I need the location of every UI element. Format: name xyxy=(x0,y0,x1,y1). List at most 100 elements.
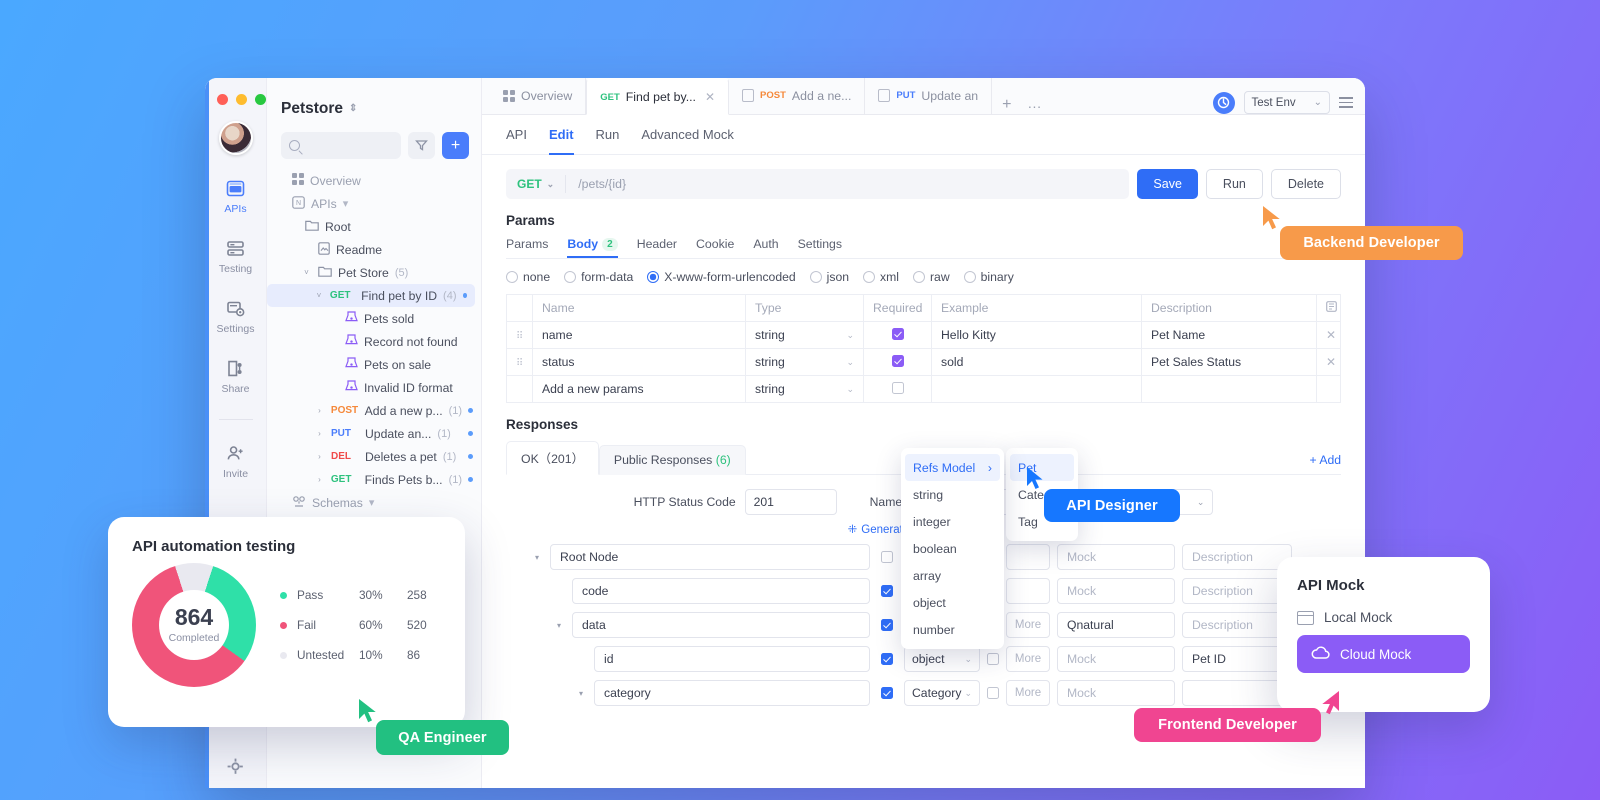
subtab-edit[interactable]: Edit xyxy=(549,115,574,155)
cell-required[interactable] xyxy=(864,376,932,403)
avatar[interactable] xyxy=(219,121,253,155)
body-type-xml[interactable]: xml xyxy=(863,270,899,284)
tree-item-pets-on-sale[interactable]: Pets on sale xyxy=(267,353,481,376)
add-response-button[interactable]: + Add xyxy=(1309,453,1341,474)
tree-item-readme[interactable]: Readme xyxy=(267,238,481,261)
cell-name[interactable]: Add a new params xyxy=(533,376,746,403)
schema-name-input[interactable]: Root Node xyxy=(550,544,870,570)
tree-item-schemas[interactable]: Schemas▾ xyxy=(267,491,481,514)
schema-name-input[interactable]: code xyxy=(572,578,870,604)
required-checkbox[interactable] xyxy=(881,585,893,597)
schema-name-input[interactable]: data xyxy=(572,612,870,638)
dropdown-item-array[interactable]: array xyxy=(901,562,1004,589)
tree-item-pets-sold[interactable]: Pets sold xyxy=(267,307,481,330)
params-tab-settings[interactable]: Settings xyxy=(798,237,842,258)
table-row[interactable]: ⠿statusstring⌄soldPet Sales Status✕ xyxy=(507,349,1341,376)
delete-button[interactable]: Delete xyxy=(1271,169,1341,199)
body-type-x-www-form-urlencoded[interactable]: X-www-form-urlencoded xyxy=(647,270,795,284)
rail-item-settings[interactable]: Settings xyxy=(217,297,255,335)
params-tab-params[interactable]: Params xyxy=(506,237,548,258)
expander-icon[interactable]: ▾ xyxy=(553,621,565,630)
response-tab-ok[interactable]: OK（201） xyxy=(506,441,599,475)
hamburger-icon[interactable] xyxy=(1339,97,1353,108)
tree-item-finds-pets-b[interactable]: ›GETFinds Pets b...(1) xyxy=(267,468,481,491)
th-settings-icon[interactable] xyxy=(1317,295,1341,322)
remove-row-button[interactable] xyxy=(1317,376,1341,403)
required-checkbox[interactable] xyxy=(881,551,893,563)
sync-icon[interactable] xyxy=(1213,92,1235,114)
expander-icon[interactable]: › xyxy=(314,406,325,415)
chevron-down-icon[interactable]: ▾ xyxy=(343,197,349,210)
add-api-button[interactable]: + xyxy=(442,132,469,159)
expander-icon[interactable]: ▾ xyxy=(531,553,543,562)
more-button[interactable]: More xyxy=(1006,680,1050,706)
remove-row-button[interactable]: ✕ xyxy=(1317,322,1341,349)
dropdown-item-boolean[interactable]: boolean xyxy=(901,535,1004,562)
chevron-down-icon[interactable]: ▾ xyxy=(369,496,375,509)
save-button[interactable]: Save xyxy=(1137,169,1198,199)
cell-description[interactable] xyxy=(1142,376,1317,403)
cell-description[interactable]: Pet Name xyxy=(1142,322,1317,349)
env-selector[interactable]: Test Env ⌄ xyxy=(1244,91,1331,114)
run-button[interactable]: Run xyxy=(1206,169,1263,199)
description-input[interactable]: Description xyxy=(1182,612,1292,638)
mock-input[interactable]: Mock xyxy=(1057,646,1175,672)
type-select[interactable]: Category⌄ xyxy=(904,680,980,706)
row-grip[interactable] xyxy=(507,376,533,403)
close-icon[interactable] xyxy=(217,94,228,105)
cell-description[interactable]: Pet Sales Status xyxy=(1142,349,1317,376)
body-type-binary[interactable]: binary xyxy=(964,270,1014,284)
body-type-form-data[interactable]: form-data xyxy=(564,270,633,284)
response-tab-public[interactable]: Public Responses (6) xyxy=(599,445,746,475)
schema-row[interactable]: ▾categoryCategory⌄MoreMock xyxy=(506,680,1341,706)
expander-icon[interactable]: ˅ xyxy=(301,268,312,277)
cell-type[interactable]: string⌄ xyxy=(746,376,864,403)
local-mock-row[interactable]: Local Mock xyxy=(1297,610,1470,625)
params-tab-header[interactable]: Header xyxy=(637,237,677,258)
subtab-advanced-mock[interactable]: Advanced Mock xyxy=(641,115,734,155)
tab-find-pet-by-id[interactable]: GET Find pet by... ✕ xyxy=(586,78,729,115)
tree-item-pet-store[interactable]: ˅Pet Store(5) xyxy=(267,261,481,284)
cell-example[interactable]: Hello Kitty xyxy=(932,322,1142,349)
description-input[interactable] xyxy=(1182,680,1292,706)
tab-update-an[interactable]: PUT Update an xyxy=(865,78,992,114)
body-type-none[interactable]: none xyxy=(506,270,550,284)
tab-overview[interactable]: Overview xyxy=(490,78,586,114)
method-selector[interactable]: GET ⌄ xyxy=(506,175,566,193)
tree-item-apis[interactable]: NAPIs▾ xyxy=(267,192,481,215)
schema-name-input[interactable]: category xyxy=(594,680,870,706)
dropdown-item-string[interactable]: string xyxy=(901,481,1004,508)
gear-icon[interactable] xyxy=(227,758,244,780)
tree-item-find-pet-by-id[interactable]: ˅GETFind pet by ID(4) xyxy=(267,284,475,307)
table-row[interactable]: Add a new paramsstring⌄ xyxy=(507,376,1341,403)
mock-input[interactable]: Mock xyxy=(1057,578,1175,604)
more-button[interactable] xyxy=(1006,578,1050,604)
tree-item-deletes-a-pet[interactable]: ›DELDeletes a pet(1) xyxy=(267,445,481,468)
params-tab-cookie[interactable]: Cookie xyxy=(696,237,734,258)
cell-name[interactable]: status xyxy=(533,349,746,376)
tree-item-update-an[interactable]: ›PUTUpdate an...(1) xyxy=(267,422,481,445)
tree-item-add-a-new-p[interactable]: ›POSTAdd a new p...(1) xyxy=(267,399,481,422)
tab-more-button[interactable]: ··· xyxy=(1021,98,1047,114)
cell-type[interactable]: string⌄ xyxy=(746,349,864,376)
tree-item-overview[interactable]: Overview xyxy=(267,169,481,192)
more-button[interactable]: More xyxy=(1006,612,1050,638)
rail-item-testing[interactable]: Testing xyxy=(219,237,252,275)
mock-input[interactable]: Mock xyxy=(1057,680,1175,706)
tree-item-root[interactable]: Root xyxy=(267,215,481,238)
schema-name-input[interactable]: id xyxy=(594,646,870,672)
required-checkbox[interactable] xyxy=(881,653,893,665)
cell-example[interactable]: sold xyxy=(932,349,1142,376)
new-tab-button[interactable]: + xyxy=(992,96,1021,114)
table-row[interactable]: ⠿namestring⌄Hello KittyPet Name✕ xyxy=(507,322,1341,349)
required-checkbox[interactable] xyxy=(881,619,893,631)
subtab-run[interactable]: Run xyxy=(596,115,620,155)
schema-row[interactable]: idobject⌄MoreMockPet ID xyxy=(506,646,1341,672)
rail-item-share[interactable]: Share xyxy=(221,357,249,395)
params-tab-body[interactable]: Body 2 xyxy=(567,237,617,258)
extra-checkbox[interactable] xyxy=(987,687,999,699)
mock-input[interactable]: Qnatural xyxy=(1057,612,1175,638)
description-input[interactable]: Pet ID xyxy=(1182,646,1292,672)
remove-row-button[interactable]: ✕ xyxy=(1317,349,1341,376)
cell-type[interactable]: string⌄ xyxy=(746,322,864,349)
